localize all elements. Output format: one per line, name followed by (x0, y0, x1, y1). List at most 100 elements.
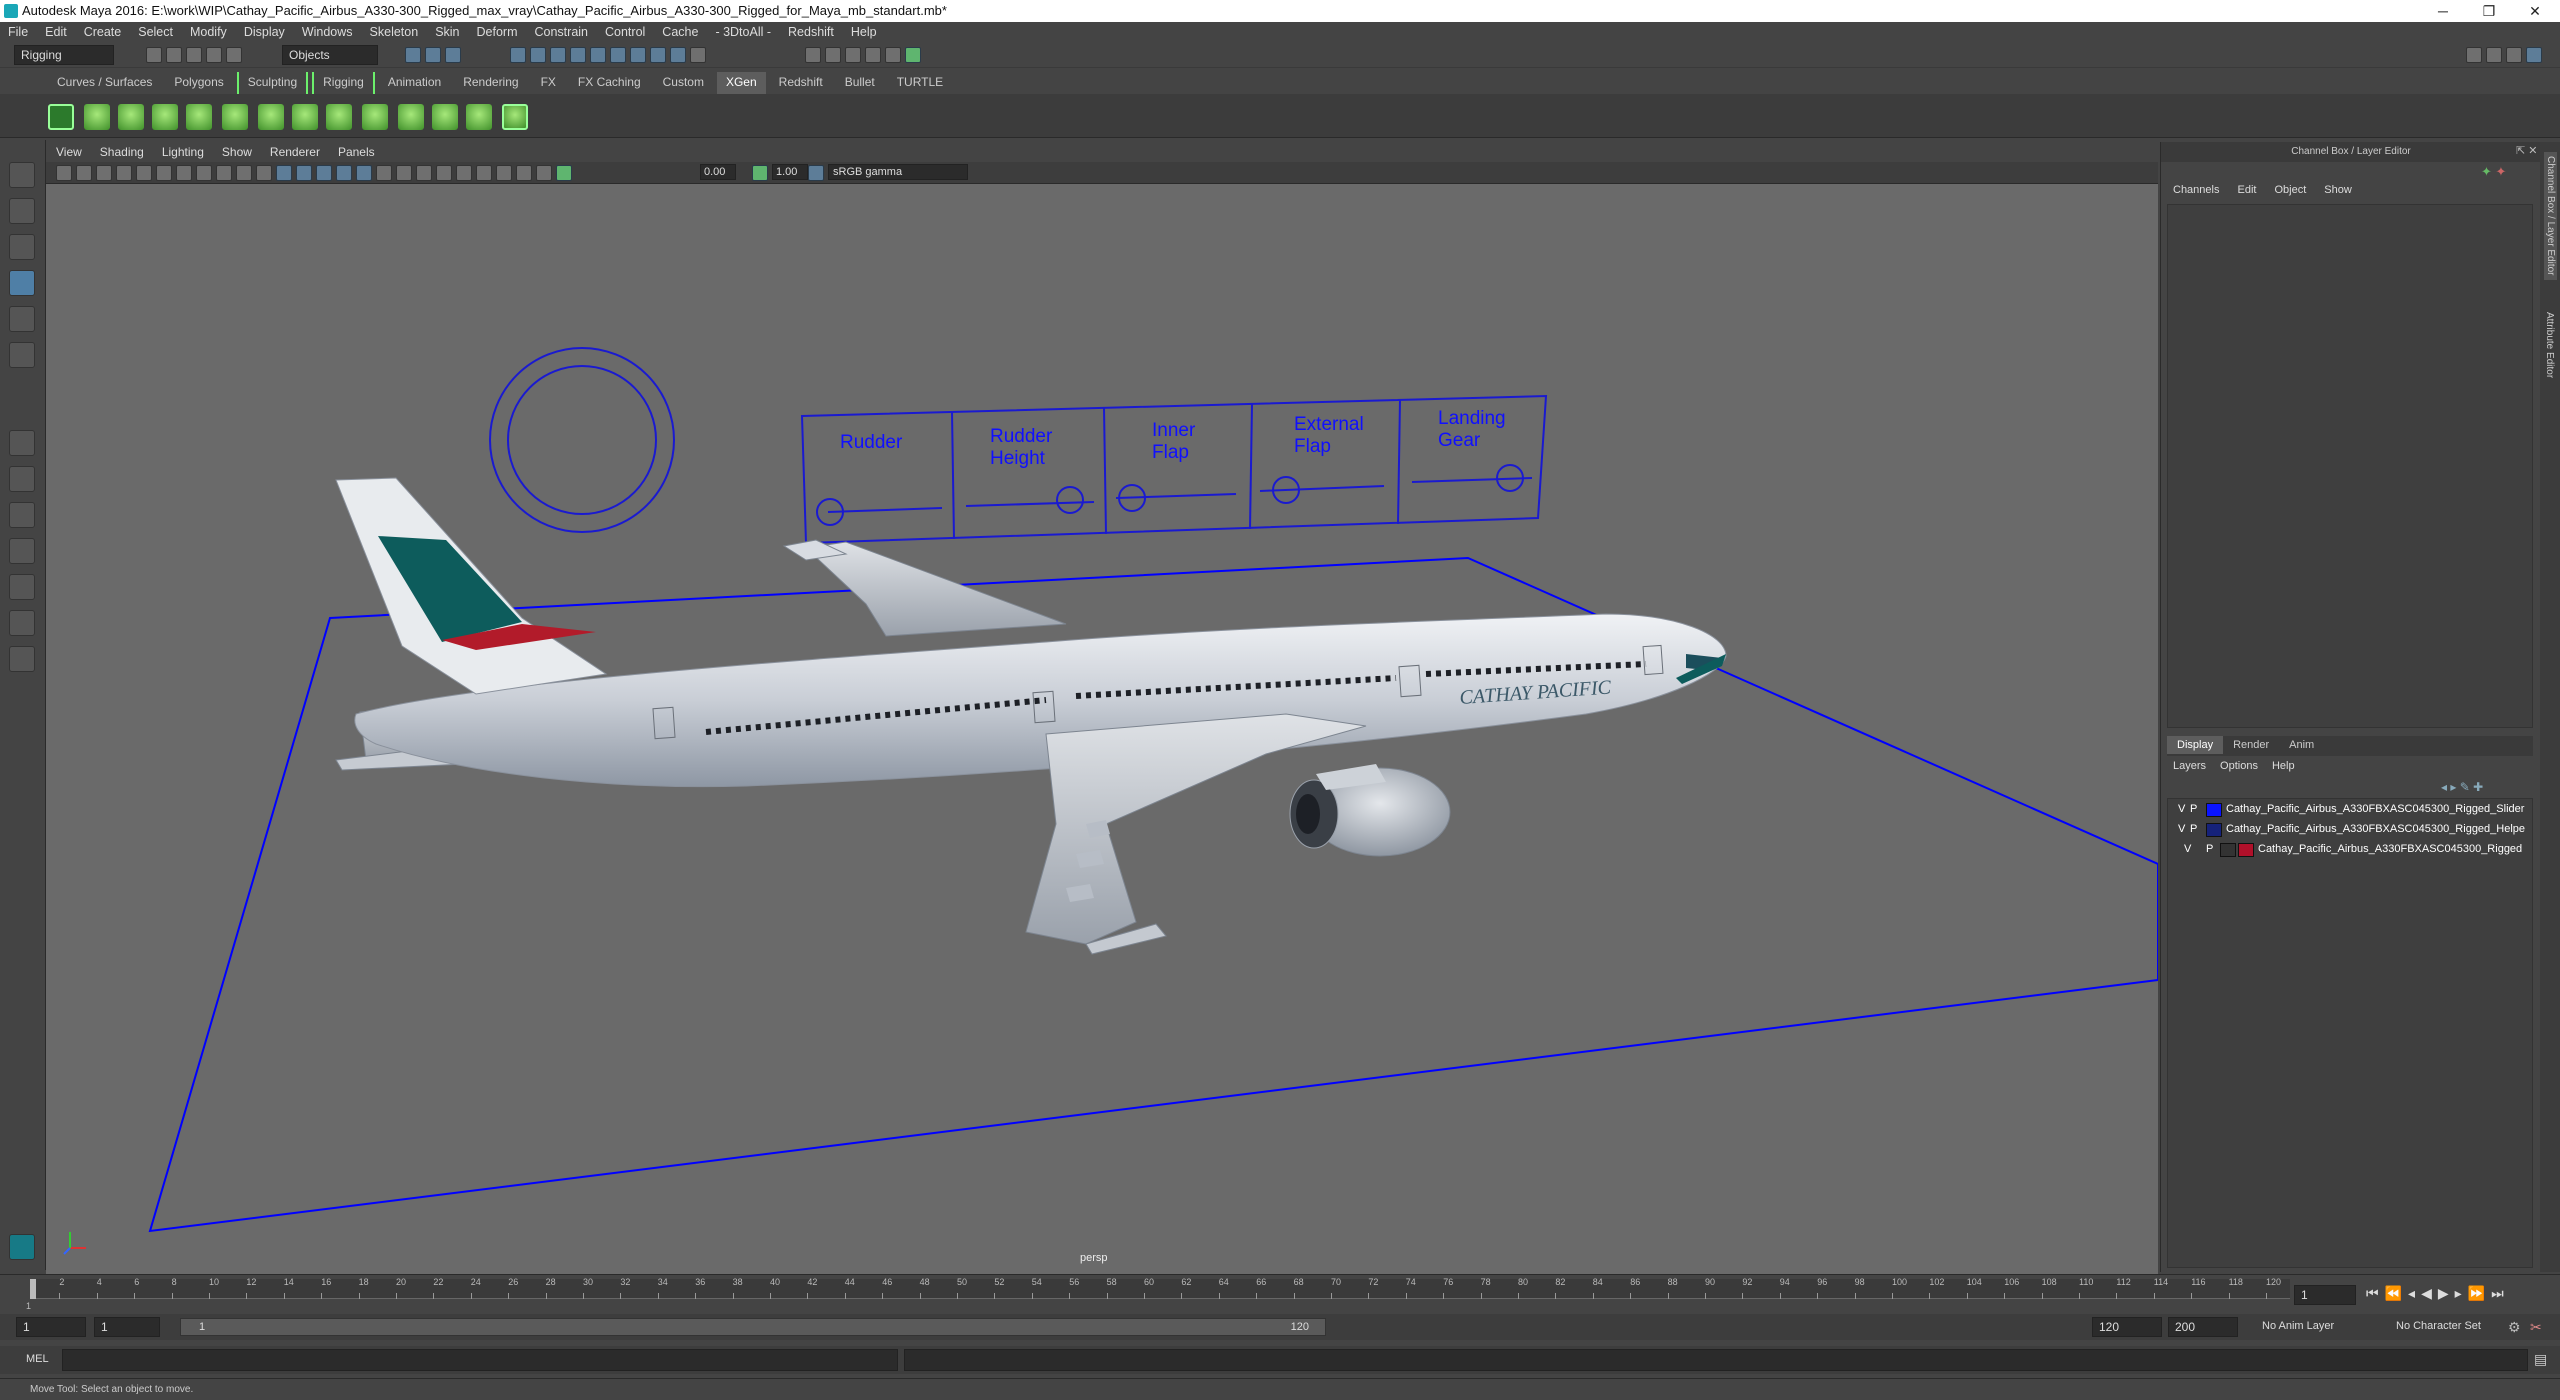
playback-start-field[interactable]: 1 (94, 1317, 160, 1337)
menu-windows[interactable]: Windows (302, 22, 353, 42)
layer-icon[interactable] (362, 104, 388, 130)
step-forward-key-icon[interactable]: ⏩ (2468, 1285, 2491, 1301)
paint-select-icon[interactable] (9, 234, 35, 260)
shelf-tab-animation[interactable]: Animation (379, 72, 450, 94)
viewport-menu-renderer[interactable]: Renderer (270, 142, 320, 162)
persp-graph-icon[interactable] (9, 538, 35, 564)
shelf-tab-redshift[interactable]: Redshift (770, 72, 832, 94)
field-chart-icon[interactable] (216, 165, 232, 181)
create-description-icon[interactable] (84, 104, 110, 130)
camera-select-icon[interactable] (56, 165, 72, 181)
guide-bend-icon[interactable] (292, 104, 318, 130)
exposure-icon[interactable] (556, 165, 572, 181)
guide-move-icon[interactable] (186, 104, 212, 130)
channel-menu-show[interactable]: Show (2324, 184, 2352, 196)
hypershade-icon[interactable] (885, 47, 901, 63)
construction-history-icon[interactable] (690, 47, 706, 63)
step-forward-frame-icon[interactable]: ▸ (2455, 1285, 2468, 1301)
menu-skeleton[interactable]: Skeleton (370, 22, 419, 42)
layer-tab-render[interactable]: Render (2223, 736, 2279, 754)
layer-row-rigged[interactable]: V P Cathay_Pacific_Airbus_A330FBXASC0453… (2178, 841, 2538, 859)
time-slider[interactable]: 1 2 4 6 8 10 12 14 16 18 20 22 24 26 28 30 32 34 36 38 40 42 4… (0, 1274, 2560, 1314)
exposure-field[interactable]: 0.00 (700, 164, 736, 180)
layer-row-helper[interactable]: V P Cathay_Pacific_Airbus_A330FBXASC0453… (2178, 821, 2538, 839)
current-frame-field[interactable]: 1 (2294, 1285, 2356, 1305)
command-input[interactable] (62, 1349, 898, 1371)
wireframe-icon[interactable] (276, 165, 292, 181)
tool-settings-icon[interactable] (2506, 47, 2522, 63)
scale-tool-icon[interactable] (9, 342, 35, 368)
playback-end-field[interactable]: 120 (2092, 1317, 2162, 1337)
viewport-menu-shading[interactable]: Shading (100, 142, 144, 162)
redo-icon[interactable] (226, 47, 242, 63)
magnet-icon[interactable] (670, 47, 686, 63)
start-frame-field[interactable]: 1 (16, 1317, 86, 1337)
open-scene-icon[interactable] (166, 47, 182, 63)
layer-playback-toggle[interactable]: P (2206, 843, 2213, 855)
layer-playback-toggle[interactable]: P (2190, 823, 2197, 835)
snap-vertex-icon[interactable] (610, 47, 626, 63)
persp-outliner-icon[interactable] (9, 502, 35, 528)
xray-joints-icon[interactable] (516, 165, 532, 181)
select-tool-icon[interactable] (9, 162, 35, 188)
channel-menu-edit[interactable]: Edit (2237, 184, 2256, 196)
render-icon[interactable] (825, 47, 841, 63)
layer-tab-display[interactable]: Display (2167, 736, 2224, 754)
groom-icon[interactable] (398, 104, 424, 130)
airplane-model[interactable]: CATHAY PACIFIC (335, 477, 1727, 955)
layer-playback-toggle[interactable]: P (2190, 803, 2197, 815)
menu-select[interactable]: Select (138, 22, 173, 42)
smooth-shade-icon[interactable] (296, 165, 312, 181)
layer-visibility-toggle[interactable]: V (2184, 843, 2191, 855)
preferences-icon[interactable]: ✂ (2530, 1319, 2542, 1336)
image-plane-icon[interactable] (116, 165, 132, 181)
camera-lock-icon[interactable] (76, 165, 92, 181)
layer-menu-layers[interactable]: Layers (2173, 760, 2206, 772)
layer-visibility-toggle[interactable]: V (2178, 803, 2185, 815)
xgen-editor-icon[interactable] (48, 104, 74, 130)
shelf-tab-curves-surfaces[interactable]: Curves / Surfaces (48, 72, 161, 94)
restore-button[interactable]: ❐ (2466, 0, 2512, 22)
script-editor-icon[interactable]: ▤ (2534, 1351, 2547, 1368)
graph-layout-icon[interactable] (9, 646, 35, 672)
range-bar[interactable]: 1 120 (180, 1318, 1326, 1336)
layer-color-swatch[interactable] (2206, 823, 2222, 837)
character-set-dropdown[interactable]: No Character Set (2396, 1320, 2506, 1332)
snap-point-icon[interactable] (550, 47, 566, 63)
guide-add-icon[interactable] (152, 104, 178, 130)
shelf-tab-bullet[interactable]: Bullet (836, 72, 884, 94)
menuset-dropdown[interactable]: Rigging (14, 45, 114, 65)
channel-list-area[interactable] (2167, 204, 2533, 728)
rotate-tool-icon[interactable] (9, 306, 35, 332)
channel-menu-object[interactable]: Object (2274, 184, 2306, 196)
colorspace-dropdown[interactable]: sRGB gamma (828, 164, 968, 180)
guide-scale-icon[interactable] (258, 104, 284, 130)
four-view-icon[interactable] (9, 466, 35, 492)
render-settings-icon[interactable] (865, 47, 881, 63)
history-icon[interactable] (630, 47, 646, 63)
auto-key-icon[interactable]: ⚙ (2508, 1319, 2521, 1336)
primitive-icon[interactable] (118, 104, 144, 130)
bookmark-icon[interactable] (96, 165, 112, 181)
outliner-layout-icon[interactable] (9, 574, 35, 600)
menu-edit[interactable]: Edit (45, 22, 67, 42)
anim-layer-dropdown[interactable]: No Anim Layer (2262, 1320, 2372, 1332)
guide-sculpt-icon[interactable] (222, 104, 248, 130)
step-back-key-icon[interactable]: ⏪ (2385, 1285, 2408, 1301)
viewport-menu-view[interactable]: View (56, 142, 82, 162)
snap-view-icon[interactable] (570, 47, 586, 63)
antialiasing-icon[interactable] (436, 165, 452, 181)
move-layer-up-icon[interactable]: ◂ (2441, 780, 2447, 794)
shelf-tab-fx[interactable]: FX (532, 72, 565, 94)
unkey-icon[interactable]: ✦ (2496, 164, 2507, 179)
perspective-viewport[interactable]: Rudder Rudder Height Inner Flap External… (46, 184, 2158, 1274)
ipr-render-icon[interactable] (845, 47, 861, 63)
hypershade-layout-icon[interactable] (9, 610, 35, 636)
layer-row-slider[interactable]: V P Cathay_Pacific_Airbus_A330FBXASC0453… (2178, 801, 2538, 819)
close-button[interactable]: ✕ (2512, 0, 2558, 22)
shelf-tab-custom[interactable]: Custom (654, 72, 713, 94)
new-empty-layer-icon[interactable]: ✎ (2460, 780, 2470, 794)
viewport-menu-show[interactable]: Show (222, 142, 252, 162)
menu-cache[interactable]: Cache (662, 22, 698, 42)
go-to-start-icon[interactable]: ⏮ (2366, 1285, 2385, 1301)
